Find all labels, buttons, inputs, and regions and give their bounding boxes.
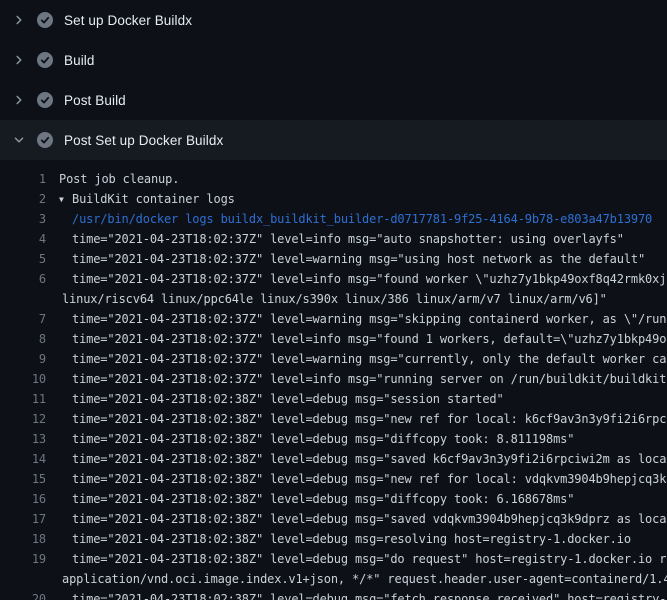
log-text: time="2021-04-23T18:02:37Z" level=info m…	[46, 229, 624, 249]
line-number[interactable]: 13	[0, 429, 46, 449]
line-number[interactable]: 15	[0, 469, 46, 489]
step-title: Post Set up Docker Buildx	[64, 133, 223, 148]
log-group-header[interactable]: 2 ▼BuildKit container logs	[0, 189, 667, 209]
log-line: linux/riscv64 linux/ppc64le linux/s390x …	[0, 289, 667, 309]
log-text: time="2021-04-23T18:02:38Z" level=debug …	[46, 529, 631, 549]
actions-log-viewer: { "colors": { "bg": "#0d1117", "hl": "#1…	[0, 0, 667, 600]
log-text: time="2021-04-23T18:02:38Z" level=debug …	[46, 429, 574, 449]
line-number[interactable]: 10	[0, 369, 46, 389]
log-line: 5 time="2021-04-23T18:02:37Z" level=warn…	[0, 249, 667, 269]
log-text: time="2021-04-23T18:02:38Z" level=debug …	[46, 509, 666, 529]
log-line: 10 time="2021-04-23T18:02:37Z" level=inf…	[0, 369, 667, 389]
log-text: /usr/bin/docker logs buildx_buildkit_bui…	[46, 209, 652, 229]
log-line: 4 time="2021-04-23T18:02:37Z" level=info…	[0, 229, 667, 249]
log-line: 6 time="2021-04-23T18:02:37Z" level=info…	[0, 269, 667, 289]
triangle-down-icon: ▼	[59, 190, 72, 210]
line-number[interactable]: 9	[0, 349, 46, 369]
log-text: time="2021-04-23T18:02:37Z" level=warnin…	[46, 249, 645, 269]
chevron-down-icon	[12, 132, 26, 148]
step-header-build[interactable]: Build	[0, 40, 667, 80]
line-number[interactable]: 19	[0, 549, 46, 569]
log-line: 9 time="2021-04-23T18:02:37Z" level=warn…	[0, 349, 667, 369]
line-number[interactable]: 2	[0, 189, 46, 209]
log-text: time="2021-04-23T18:02:37Z" level=warnin…	[46, 349, 666, 369]
line-number[interactable]: 12	[0, 409, 46, 429]
log-line: 12 time="2021-04-23T18:02:38Z" level=deb…	[0, 409, 667, 429]
log-text: time="2021-04-23T18:02:38Z" level=debug …	[46, 589, 666, 600]
log-line: 20 time="2021-04-23T18:02:38Z" level=deb…	[0, 589, 667, 600]
log-text: linux/riscv64 linux/ppc64le linux/s390x …	[46, 289, 607, 309]
line-number[interactable]: 7	[0, 309, 46, 329]
line-number[interactable]: 16	[0, 489, 46, 509]
log-text: time="2021-04-23T18:02:37Z" level=info m…	[46, 329, 666, 349]
step-header-set-up-docker-buildx[interactable]: Set up Docker Buildx	[0, 0, 667, 40]
line-number[interactable]: 4	[0, 229, 46, 249]
log-text: time="2021-04-23T18:02:38Z" level=debug …	[46, 449, 666, 469]
log-line: 11 time="2021-04-23T18:02:38Z" level=deb…	[0, 389, 667, 409]
step-title: Build	[64, 53, 95, 68]
log-text: ▼BuildKit container logs	[46, 189, 235, 209]
log-line: 17 time="2021-04-23T18:02:38Z" level=deb…	[0, 509, 667, 529]
log-text: time="2021-04-23T18:02:38Z" level=debug …	[46, 469, 666, 489]
steps-list: Set up Docker Buildx Build Post Build	[0, 0, 667, 160]
log-line: 14 time="2021-04-23T18:02:38Z" level=deb…	[0, 449, 667, 469]
log-text: application/vnd.oci.image.index.v1+json,…	[46, 569, 667, 589]
line-number[interactable]: 6	[0, 269, 46, 289]
line-number[interactable]: 5	[0, 249, 46, 269]
check-circle-icon	[37, 132, 53, 148]
line-number[interactable]: 20	[0, 589, 46, 600]
log-line: application/vnd.oci.image.index.v1+json,…	[0, 569, 667, 589]
chevron-right-icon	[12, 12, 26, 28]
line-number[interactable]: 17	[0, 509, 46, 529]
step-header-post-set-up-docker-buildx[interactable]: Post Set up Docker Buildx	[0, 120, 667, 160]
check-circle-icon	[37, 92, 53, 108]
log-line: 7 time="2021-04-23T18:02:37Z" level=warn…	[0, 309, 667, 329]
log-text: time="2021-04-23T18:02:38Z" level=debug …	[46, 409, 666, 429]
log-line: 19 time="2021-04-23T18:02:38Z" level=deb…	[0, 549, 667, 569]
log-line: 8 time="2021-04-23T18:02:37Z" level=info…	[0, 329, 667, 349]
step-title: Set up Docker Buildx	[64, 13, 192, 28]
step-header-post-build[interactable]: Post Build	[0, 80, 667, 120]
line-number[interactable]: 18	[0, 529, 46, 549]
log-text: time="2021-04-23T18:02:38Z" level=debug …	[46, 489, 574, 509]
line-number[interactable]: 14	[0, 449, 46, 469]
log-line: 3 /usr/bin/docker logs buildx_buildkit_b…	[0, 209, 667, 229]
log-text: Post job cleanup.	[46, 169, 179, 189]
step-title: Post Build	[64, 93, 126, 108]
log-text: time="2021-04-23T18:02:37Z" level=info m…	[46, 269, 666, 289]
group-label: BuildKit container logs	[72, 192, 235, 206]
line-number[interactable]: 3	[0, 209, 46, 229]
log-line: 15 time="2021-04-23T18:02:38Z" level=deb…	[0, 469, 667, 489]
check-circle-icon	[37, 52, 53, 68]
log-container: 1 Post job cleanup. 2 ▼BuildKit containe…	[0, 160, 667, 600]
log-viewport: Set up Docker Buildx Build Post Build	[0, 0, 667, 600]
log-line: 18 time="2021-04-23T18:02:38Z" level=deb…	[0, 529, 667, 549]
log-line: 13 time="2021-04-23T18:02:38Z" level=deb…	[0, 429, 667, 449]
line-number	[0, 569, 46, 589]
log-line: 16 time="2021-04-23T18:02:38Z" level=deb…	[0, 489, 667, 509]
line-number[interactable]: 1	[0, 169, 46, 189]
log-line: 1 Post job cleanup.	[0, 169, 667, 189]
line-number[interactable]: 11	[0, 389, 46, 409]
line-number[interactable]: 8	[0, 329, 46, 349]
log-text: time="2021-04-23T18:02:37Z" level=warnin…	[46, 309, 666, 329]
log-text: time="2021-04-23T18:02:38Z" level=debug …	[46, 389, 504, 409]
chevron-right-icon	[12, 92, 26, 108]
log-text: time="2021-04-23T18:02:37Z" level=info m…	[46, 369, 666, 389]
chevron-right-icon	[12, 52, 26, 68]
line-number	[0, 289, 46, 309]
log-text: time="2021-04-23T18:02:38Z" level=debug …	[46, 549, 666, 569]
check-circle-icon	[37, 12, 53, 28]
